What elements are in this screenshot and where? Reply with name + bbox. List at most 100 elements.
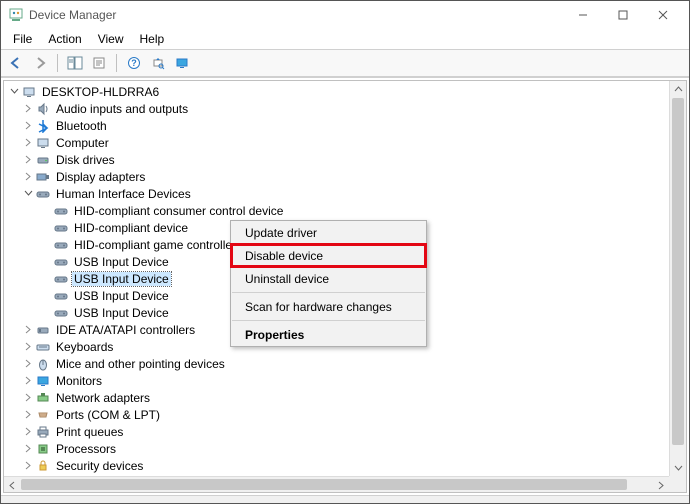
svg-text:?: ? — [131, 58, 137, 68]
tree-node-disk[interactable]: Disk drives — [4, 151, 669, 168]
tree-node-ports[interactable]: Ports (COM & LPT) — [4, 406, 669, 423]
scroll-track[interactable] — [21, 477, 652, 492]
tree-node-security[interactable]: Security devices — [4, 457, 669, 474]
scroll-up-icon[interactable] — [670, 81, 687, 98]
menu-file[interactable]: File — [5, 30, 40, 48]
tree-node-computer[interactable]: Computer — [4, 134, 669, 151]
menu-help[interactable]: Help — [132, 30, 173, 48]
chevron-right-icon[interactable] — [22, 341, 34, 353]
tree-label: Monitors — [54, 374, 104, 388]
window-title: Device Manager — [29, 8, 116, 22]
app-icon — [9, 8, 23, 22]
tree-label: Ports (COM & LPT) — [54, 408, 162, 422]
close-button[interactable] — [643, 1, 683, 29]
toolbar-separator — [57, 54, 58, 72]
toolbar-properties-button[interactable] — [88, 52, 110, 74]
ctx-properties[interactable]: Properties — [231, 323, 426, 346]
hid-icon — [54, 221, 68, 235]
speaker-icon — [36, 102, 50, 116]
tree-node-monitors[interactable]: Monitors — [4, 372, 669, 389]
tree-label: Network adapters — [54, 391, 152, 405]
chevron-right-icon[interactable] — [22, 443, 34, 455]
nav-forward-button[interactable] — [29, 52, 51, 74]
scroll-right-icon[interactable] — [652, 477, 669, 493]
hid-icon — [54, 289, 68, 303]
tree-node-hid[interactable]: Human Interface Devices — [4, 185, 669, 202]
chevron-right-icon[interactable] — [22, 426, 34, 438]
monitor-icon — [36, 374, 50, 388]
chevron-right-icon[interactable] — [22, 103, 34, 115]
chevron-right-icon[interactable] — [22, 120, 34, 132]
toolbar-show-hide-console-button[interactable] — [64, 52, 86, 74]
display-adapter-icon — [36, 170, 50, 184]
ctx-uninstall-device[interactable]: Uninstall device — [231, 267, 426, 290]
tree-node-network[interactable]: Network adapters — [4, 389, 669, 406]
tree-label: Audio inputs and outputs — [54, 102, 190, 116]
maximize-button[interactable] — [603, 1, 643, 29]
tree-node-display[interactable]: Display adapters — [4, 168, 669, 185]
tree-node-print[interactable]: Print queues — [4, 423, 669, 440]
tree-label: USB Input Device — [72, 272, 171, 286]
tree-node-processors[interactable]: Processors — [4, 440, 669, 457]
chevron-right-icon[interactable] — [22, 375, 34, 387]
scroll-down-icon[interactable] — [670, 459, 687, 476]
chevron-down-icon[interactable] — [22, 188, 34, 200]
ctx-update-driver[interactable]: Update driver — [231, 221, 426, 244]
tree-node-hid-consumer[interactable]: HID-compliant consumer control device — [4, 202, 669, 219]
chevron-right-icon[interactable] — [22, 409, 34, 421]
scroll-thumb[interactable] — [21, 479, 627, 490]
port-icon — [36, 408, 50, 422]
toolbar: ? — [1, 49, 689, 77]
chevron-down-icon[interactable] — [8, 86, 20, 98]
nav-back-button[interactable] — [5, 52, 27, 74]
ide-icon — [36, 323, 50, 337]
chevron-right-icon[interactable] — [22, 324, 34, 336]
tree-node-bluetooth[interactable]: Bluetooth — [4, 117, 669, 134]
context-menu-separator — [232, 320, 425, 321]
computer-icon — [36, 136, 50, 150]
tree-label: Print queues — [54, 425, 125, 439]
ctx-disable-device[interactable]: Disable device — [231, 244, 426, 267]
scroll-track[interactable] — [670, 98, 686, 459]
titlebar: Device Manager — [1, 1, 689, 29]
security-icon — [36, 459, 50, 473]
chevron-right-icon[interactable] — [22, 154, 34, 166]
tree-label: Computer — [54, 136, 111, 150]
vertical-scrollbar[interactable] — [669, 81, 686, 476]
menubar: File Action View Help — [1, 29, 689, 49]
hid-icon — [54, 255, 68, 269]
tree-label: Processors — [54, 442, 118, 456]
chevron-right-icon[interactable] — [22, 392, 34, 404]
tree-label: HID-compliant device — [72, 221, 190, 235]
menu-action[interactable]: Action — [40, 30, 89, 48]
tree-node-mice[interactable]: Mice and other pointing devices — [4, 355, 669, 372]
keyboard-icon — [36, 340, 50, 354]
tree-label: USB Input Device — [72, 306, 171, 320]
scroll-thumb[interactable] — [672, 98, 684, 445]
chevron-right-icon[interactable] — [22, 171, 34, 183]
disk-icon — [36, 153, 50, 167]
menu-view[interactable]: View — [90, 30, 132, 48]
scroll-left-icon[interactable] — [4, 477, 21, 493]
hid-icon — [36, 187, 50, 201]
tree-label: Mice and other pointing devices — [54, 357, 227, 371]
tree-root[interactable]: DESKTOP-HLDRRA6 — [4, 83, 669, 100]
toolbar-scan-button[interactable] — [147, 52, 169, 74]
minimize-button[interactable] — [563, 1, 603, 29]
chevron-right-icon[interactable] — [22, 137, 34, 149]
horizontal-scrollbar[interactable] — [4, 476, 669, 492]
toolbar-monitor-button[interactable] — [171, 52, 193, 74]
tree-label: HID-compliant game controller — [72, 238, 238, 252]
chevron-right-icon[interactable] — [22, 460, 34, 472]
context-menu-separator — [232, 292, 425, 293]
ctx-scan-hardware[interactable]: Scan for hardware changes — [231, 295, 426, 318]
tree-label: Human Interface Devices — [54, 187, 193, 201]
hid-icon — [54, 204, 68, 218]
tree-label: Keyboards — [54, 340, 115, 354]
chevron-right-icon[interactable] — [22, 358, 34, 370]
toolbar-help-button[interactable]: ? — [123, 52, 145, 74]
tree-node-audio[interactable]: Audio inputs and outputs — [4, 100, 669, 117]
tree-label: Disk drives — [54, 153, 117, 167]
tree-label: USB Input Device — [72, 255, 171, 269]
device-manager-window: Device Manager File Action View Help — [0, 0, 690, 504]
